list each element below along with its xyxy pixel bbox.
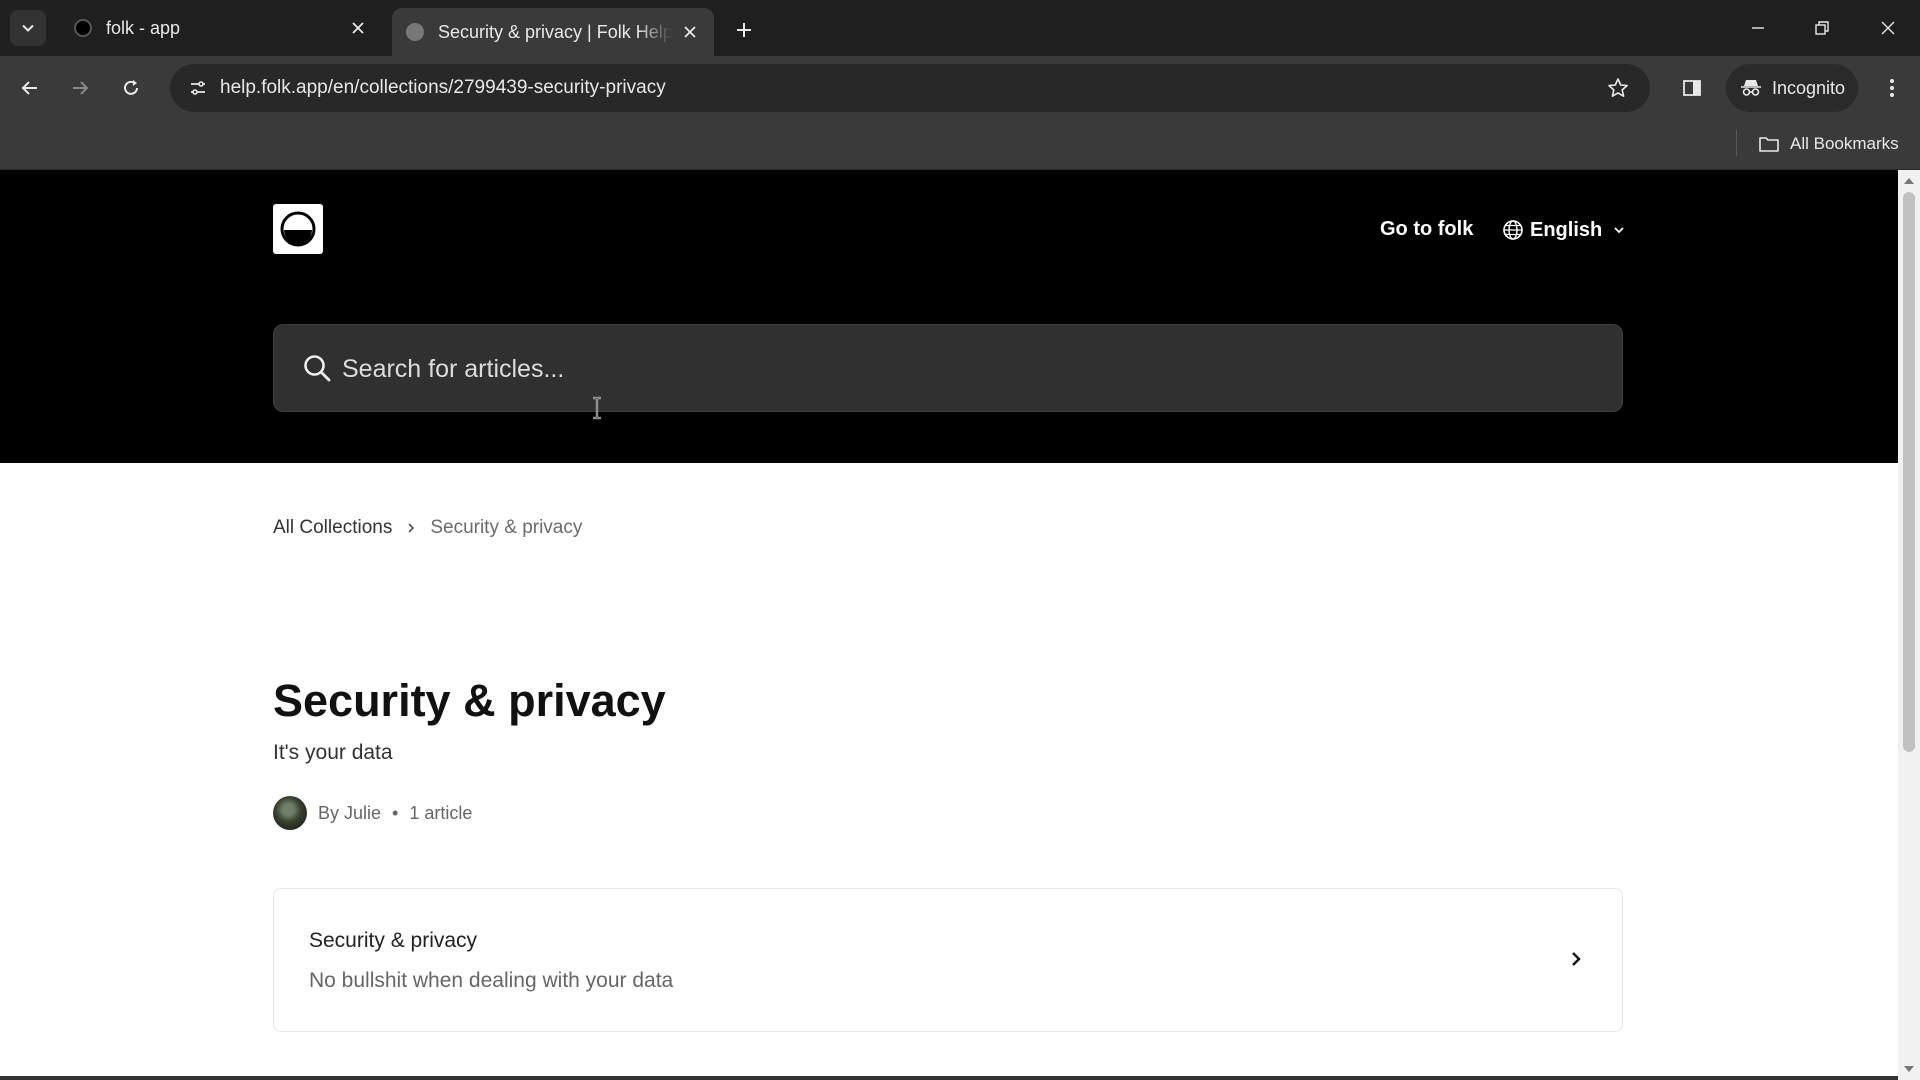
minimize-icon: [1752, 27, 1764, 29]
text-cursor-icon: [593, 396, 601, 420]
search-input[interactable]: [342, 343, 1582, 395]
tab-close-button[interactable]: [348, 18, 368, 38]
bookmark-star-button[interactable]: [1604, 74, 1632, 102]
article-search-bar[interactable]: [273, 324, 1623, 412]
breadcrumb: All Collections Security & privacy: [273, 517, 582, 539]
back-button[interactable]: [10, 68, 50, 108]
side-panel-button[interactable]: [1672, 68, 1712, 108]
incognito-label: Incognito: [1772, 77, 1846, 98]
tab-title: folk - app: [106, 17, 181, 38]
site-settings-icon[interactable]: [182, 72, 214, 104]
article-title: Security & privacy: [309, 929, 478, 952]
bookmarks-divider: [1736, 130, 1737, 156]
article-count: 1 article: [409, 802, 473, 823]
page-title: Security & privacy: [273, 675, 666, 726]
minimize-button[interactable]: [1738, 8, 1778, 48]
chevron-down-icon: [1612, 223, 1626, 237]
tab-title: Security & privacy | Folk Help & Support: [438, 21, 672, 42]
forward-button[interactable]: [60, 68, 100, 108]
breadcrumb-all-collections[interactable]: All Collections: [273, 517, 392, 539]
collection-meta: By Julie • 1 article: [273, 796, 472, 830]
side-panel-icon: [1683, 80, 1701, 96]
scroll-down-arrow-icon[interactable]: [1904, 1066, 1914, 1072]
breadcrumb-current: Security & privacy: [430, 517, 583, 538]
reload-icon: [124, 80, 138, 95]
all-bookmarks-label: All Bookmarks: [1790, 134, 1899, 153]
arrow-right-icon: [73, 81, 89, 95]
more-vertical-icon: [1890, 79, 1894, 97]
chevron-right-icon: [1570, 951, 1582, 967]
tab-strip: folk - app Security & privacy | Folk Hel…: [0, 0, 1920, 56]
chevron-down-icon: [22, 24, 34, 32]
language-label: English: [1530, 218, 1603, 241]
restore-icon: [1815, 21, 1829, 35]
search-icon: [302, 353, 332, 383]
scrollbar-thumb[interactable]: [1903, 192, 1915, 752]
page-scrollbar[interactable]: [1898, 170, 1920, 1080]
arrow-left-icon: [21, 81, 37, 95]
incognito-indicator[interactable]: Incognito: [1726, 64, 1858, 112]
collection-description: It's your data: [273, 741, 393, 764]
bottom-edge: [0, 1076, 1898, 1080]
url-text[interactable]: help.folk.app/en/collections/2799439-sec…: [220, 77, 666, 99]
folk-favicon-icon: [74, 19, 92, 37]
folder-icon: [1759, 137, 1779, 152]
scroll-up-arrow-icon[interactable]: [1904, 178, 1914, 184]
tab-folk-app[interactable]: folk - app: [60, 8, 382, 48]
go-to-folk-link[interactable]: Go to folk: [1380, 218, 1473, 241]
folk-logo[interactable]: [273, 204, 323, 254]
new-tab-button[interactable]: [728, 14, 760, 46]
address-bar[interactable]: help.folk.app/en/collections/2799439-sec…: [170, 64, 1650, 112]
chevron-right-icon: [406, 522, 416, 534]
avatar: [273, 796, 307, 830]
tab-security-privacy[interactable]: Security & privacy | Folk Help & Support: [392, 8, 714, 56]
all-bookmarks-button[interactable]: All Bookmarks: [1758, 128, 1899, 160]
window-close-button[interactable]: [1868, 8, 1908, 48]
page-favicon-icon: [406, 23, 424, 41]
help-center-header: Go to folk English: [0, 170, 1898, 463]
reload-button[interactable]: [111, 68, 151, 108]
author-label: By Julie: [318, 802, 382, 823]
meta-separator: •: [392, 802, 399, 823]
star-icon: [1608, 78, 1628, 97]
close-icon: [352, 22, 364, 34]
incognito-icon: [1741, 80, 1761, 96]
browser-toolbar: help.folk.app/en/collections/2799439-sec…: [0, 56, 1920, 120]
page-viewport: Go to folk English All Collections Secur…: [0, 170, 1898, 1080]
tab-search-button[interactable]: [10, 10, 46, 46]
close-icon: [1881, 21, 1895, 35]
folk-logo-icon: [280, 211, 316, 247]
browser-menu-button[interactable]: [1872, 68, 1912, 108]
plus-icon: [737, 23, 751, 37]
globe-icon: [1502, 219, 1524, 241]
language-selector[interactable]: English: [1502, 216, 1626, 244]
restore-button[interactable]: [1802, 8, 1842, 48]
article-card[interactable]: Security & privacy No bullshit when deal…: [273, 888, 1623, 1032]
bookmarks-bar: All Bookmarks: [0, 120, 1920, 170]
tab-close-button[interactable]: [680, 22, 700, 42]
article-description: No bullshit when dealing with your data: [309, 969, 674, 992]
close-icon: [684, 26, 696, 38]
